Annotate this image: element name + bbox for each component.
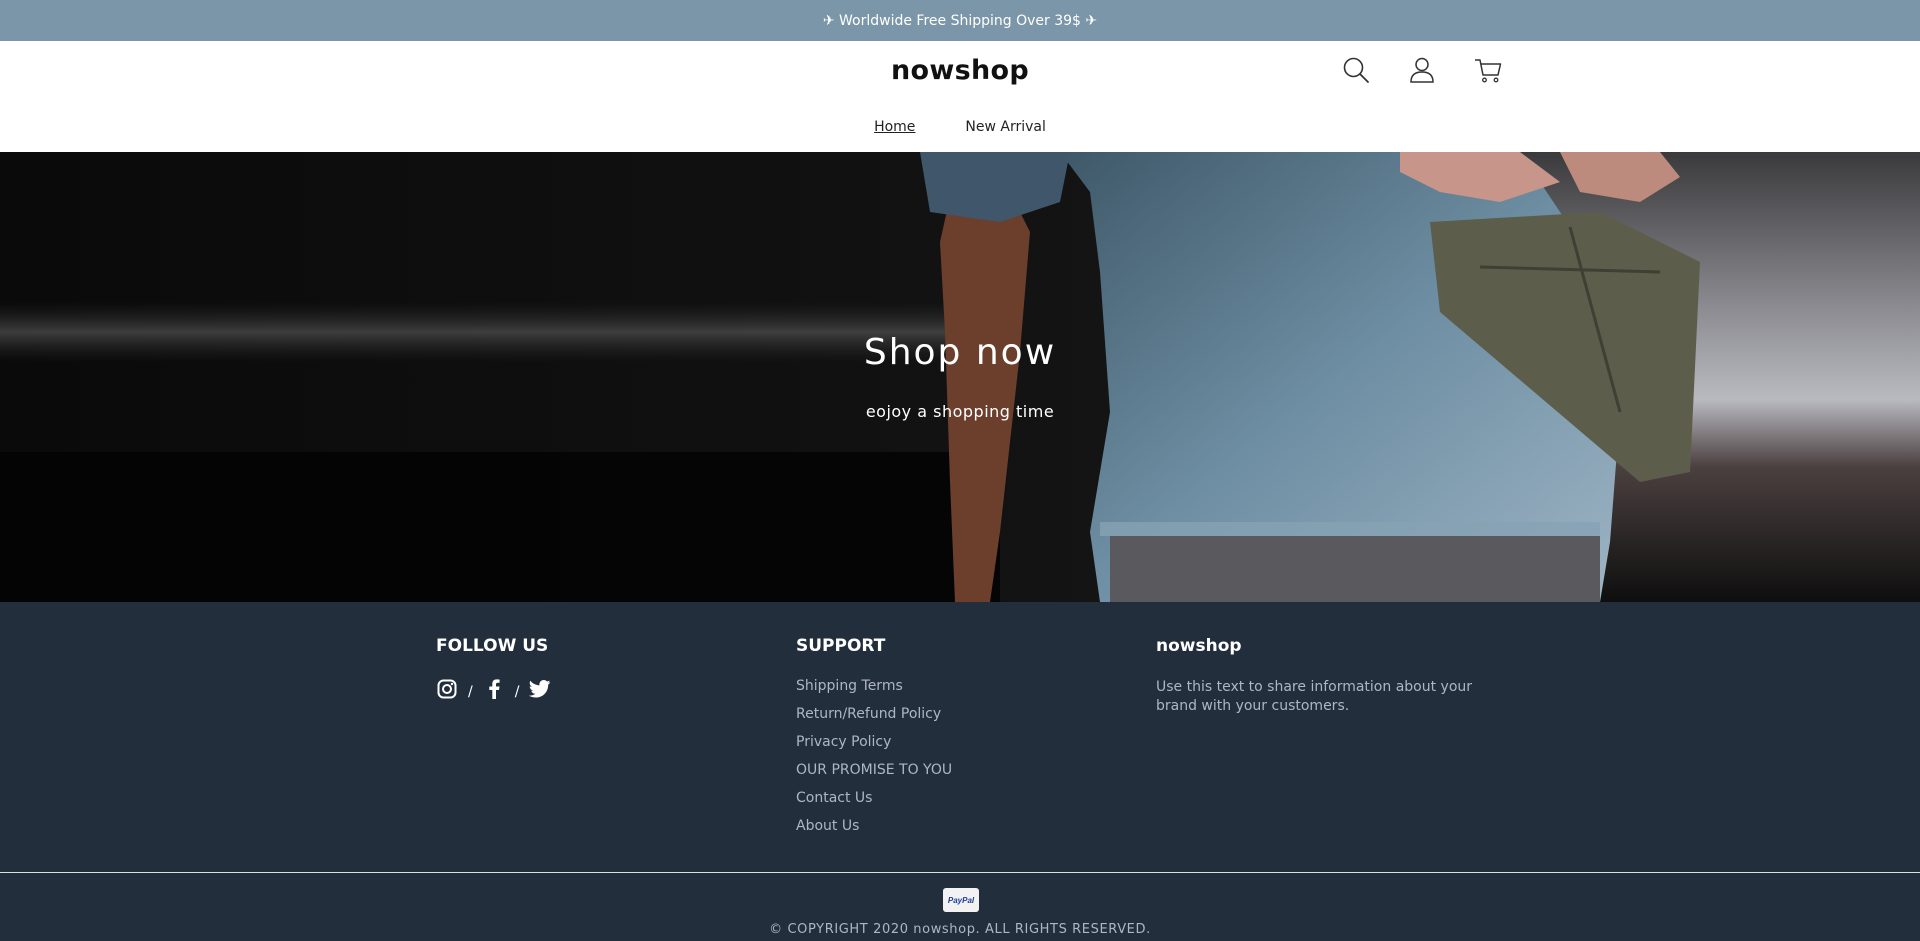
announcement-bar: ✈ Worldwide Free Shipping Over 39$ ✈	[0, 0, 1920, 41]
hero-banner[interactable]: Shop now eojoy a shopping time	[0, 152, 1920, 602]
footer-support-column: SUPPORT Shipping Terms Return/Refund Pol…	[796, 636, 952, 846]
cart-icon[interactable]	[1473, 55, 1503, 85]
facebook-icon[interactable]	[483, 678, 505, 700]
site-header: nowshop Home New Arrival	[0, 41, 1920, 152]
footer-link-our-promise[interactable]: OUR PROMISE TO YOU	[796, 762, 952, 778]
footer-brand-column: nowshop Use this text to share informati…	[1156, 636, 1486, 716]
hero-subtitle: eojoy a shopping time	[865, 402, 1055, 421]
social-separator: /	[468, 684, 473, 700]
site-logo[interactable]: nowshop	[0, 55, 1920, 86]
footer-follow-column: FOLLOW US / /	[436, 636, 551, 700]
hero-title: Shop now	[863, 332, 1057, 373]
site-footer: FOLLOW US / / SUPPORT Shipping Terms Ret…	[0, 602, 1920, 941]
nav-item-new-arrival[interactable]: New Arrival	[965, 119, 1045, 135]
footer-link-privacy-policy[interactable]: Privacy Policy	[796, 734, 952, 750]
account-icon[interactable]	[1407, 55, 1437, 85]
copyright-text: © COPYRIGHT 2020 nowshop. ALL RIGHTS RES…	[769, 922, 1151, 937]
footer-support-title: SUPPORT	[796, 636, 886, 656]
nav-item-home[interactable]: Home	[874, 119, 915, 135]
hero-image	[0, 152, 1920, 602]
footer-divider	[0, 872, 1920, 873]
footer-link-return-refund-policy[interactable]: Return/Refund Policy	[796, 706, 952, 722]
social-links: / /	[436, 678, 551, 700]
footer-link-contact-us[interactable]: Contact Us	[796, 790, 952, 806]
footer-brand-text: Use this text to share information about…	[1156, 679, 1473, 714]
footer-link-shipping-terms[interactable]: Shipping Terms	[796, 678, 952, 694]
main-nav: Home New Arrival	[0, 119, 1920, 135]
announcement-text: ✈ Worldwide Free Shipping Over 39$ ✈	[822, 12, 1098, 29]
twitter-icon[interactable]	[529, 678, 551, 700]
footer-brand-title: nowshop	[1156, 636, 1242, 656]
search-icon[interactable]	[1341, 55, 1371, 85]
footer-follow-title: FOLLOW US	[436, 636, 549, 656]
footer-link-about-us[interactable]: About Us	[796, 818, 952, 834]
paypal-payment-icon: PayPal	[943, 888, 979, 912]
support-links: Shipping Terms Return/Refund Policy Priv…	[796, 678, 952, 834]
social-separator: /	[514, 684, 520, 700]
instagram-icon[interactable]	[436, 678, 458, 700]
